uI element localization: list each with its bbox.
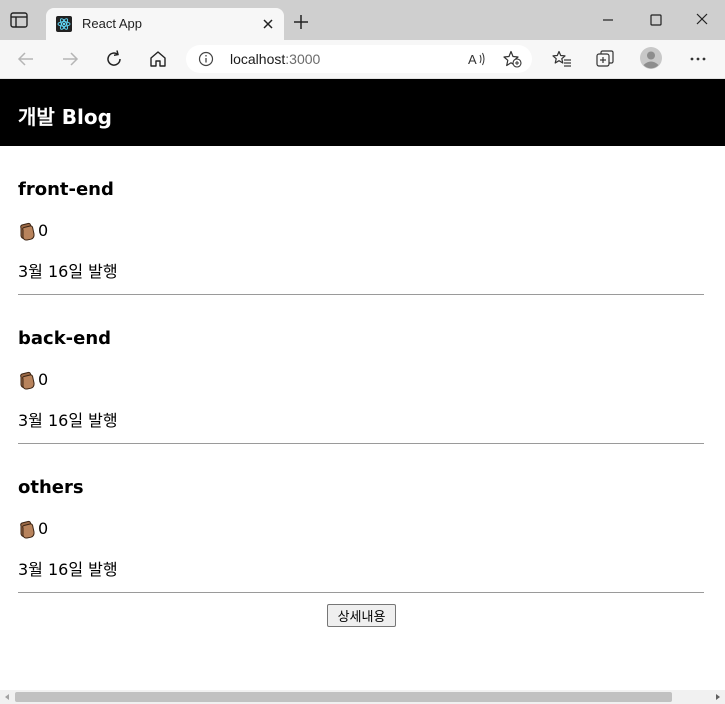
blog-header: 개발 Blog [0,79,725,146]
like-row: 0 [18,519,48,539]
clapping-hands-icon[interactable] [18,370,38,390]
url-port: :3000 [285,51,321,67]
browser-tab[interactable]: React App [46,8,284,40]
url-text[interactable]: localhost:3000 [230,51,320,67]
scroll-left-arrow-icon[interactable] [3,693,11,701]
like-count: 0 [38,221,49,240]
scrollbar-thumb[interactable] [15,692,672,702]
close-tab-icon[interactable] [260,16,276,32]
favorites-icon[interactable] [552,49,572,69]
post-date: 3월 16일 발행 [18,262,118,281]
read-aloud-icon[interactable]: A [468,51,486,67]
minimize-icon[interactable] [596,10,620,30]
post-divider [18,443,704,444]
reload-icon[interactable] [104,49,124,69]
post-divider [18,592,704,593]
close-window-icon[interactable] [690,10,714,30]
add-favorite-icon[interactable] [502,50,522,68]
like-row: 0 [18,221,48,241]
horizontal-scrollbar[interactable] [0,690,725,704]
post-date: 3월 16일 발행 [18,411,118,430]
clapping-hands-icon[interactable] [18,519,38,539]
url-host: localhost [230,51,286,67]
post-divider [18,294,704,295]
new-tab-icon[interactable] [292,13,310,31]
tab-title: React App [82,16,142,31]
site-info-icon[interactable] [198,51,214,67]
post-title[interactable]: front-end [18,179,114,200]
profile-avatar-icon[interactable] [640,47,662,69]
like-count: 0 [38,370,49,389]
post-title[interactable]: others [18,477,84,498]
collections-icon[interactable] [595,49,615,69]
post-date: 3월 16일 발행 [18,560,118,579]
address-bar[interactable]: localhost:3000 A [186,45,532,73]
browser-toolbar: localhost:3000 A [0,40,725,79]
clapping-hands-icon[interactable] [18,221,38,241]
home-icon[interactable] [148,49,168,69]
blog-title: 개발 Blog [18,105,112,129]
like-row: 0 [18,370,48,390]
post-title[interactable]: back-end [18,328,111,349]
maximize-icon[interactable] [644,10,668,30]
react-logo-icon [56,16,72,32]
more-options-icon[interactable] [688,49,708,69]
detail-button[interactable]: 상세내용 [327,604,396,627]
back-icon[interactable] [16,49,36,69]
tab-actions-icon[interactable] [10,12,28,28]
forward-icon[interactable] [60,49,80,69]
browser-tabstrip: React App [0,0,725,40]
svg-text:A: A [468,52,477,67]
like-count: 0 [38,519,49,538]
scroll-right-arrow-icon[interactable] [714,693,722,701]
